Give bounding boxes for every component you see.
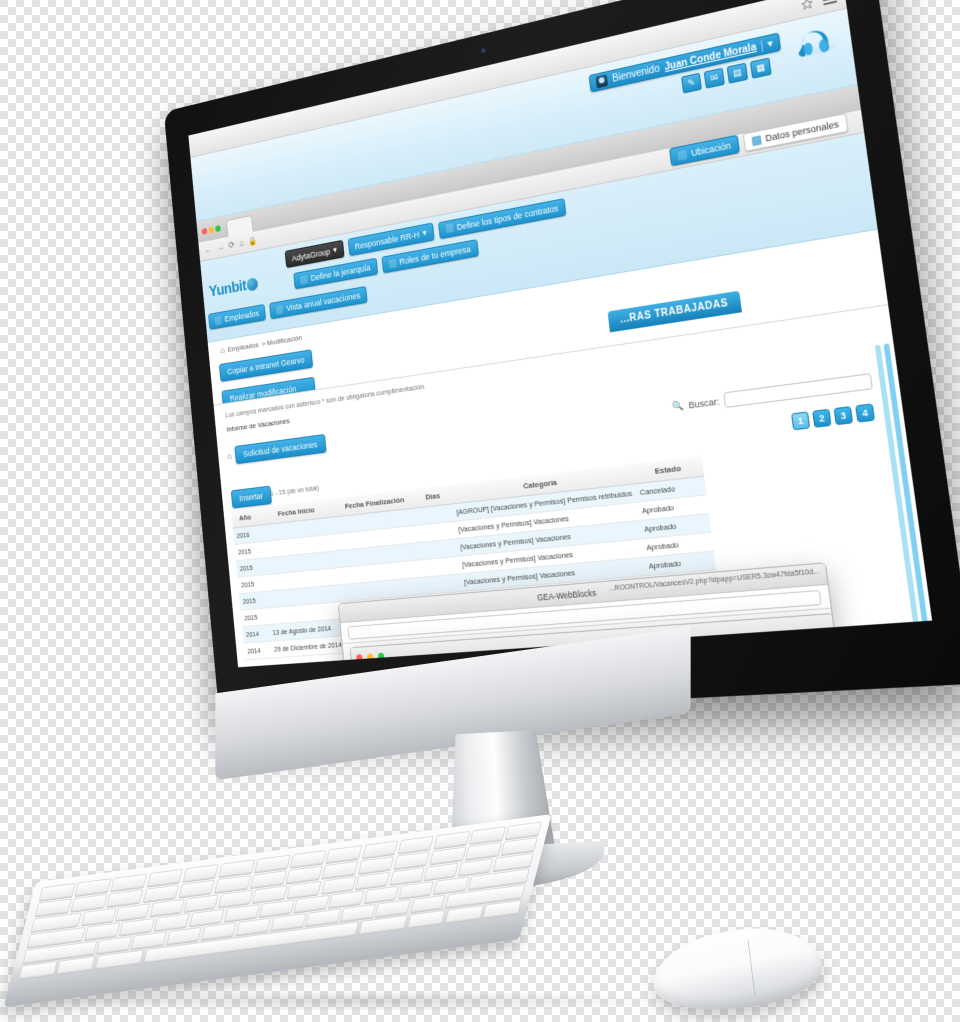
minimize-icon[interactable] — [208, 226, 215, 234]
mouse[interactable] — [647, 919, 827, 1019]
copiar-intranet-button[interactable]: Copiar a Intranet Gearvo — [218, 349, 314, 383]
nav-empleados[interactable]: Empleados — [208, 303, 267, 330]
maximize-icon[interactable] — [377, 652, 385, 660]
nav-vista-anual[interactable]: Vista anual vacaciones — [269, 285, 368, 320]
brand-logo[interactable]: Yunbit — [208, 275, 259, 302]
cell-anio: 2014 — [242, 624, 271, 644]
id-card-icon — [751, 134, 762, 146]
nav-empleados-label: Empleados — [224, 308, 260, 324]
close-icon[interactable] — [201, 227, 208, 235]
roles-icon — [388, 258, 397, 269]
close-icon[interactable] — [356, 654, 363, 662]
imac-computer: Bienvenido Juan Conde Morala ▾ ✎ ✉ ▤ ▦ ←… — [0, 0, 960, 1022]
welcome-label: Bienvenido — [611, 62, 661, 85]
lock-icon: 🔒 — [248, 235, 258, 247]
pin-icon — [677, 149, 688, 161]
breadcrumb-item-modificacion: > Modificación — [261, 332, 303, 348]
tab-solicitud-vacaciones[interactable]: Solicitud de vacaciones — [234, 434, 327, 465]
webcam-icon — [480, 47, 487, 55]
group-selector[interactable]: AdytaGroup ▾ — [284, 239, 345, 269]
tab-ubicacion-label: Ubicación — [690, 140, 732, 159]
search-input[interactable] — [723, 373, 873, 409]
record-count: 1 - 15 (de un total) — [269, 483, 320, 498]
cell-anio: 2014 — [243, 641, 272, 660]
modal-search-input[interactable] — [692, 643, 830, 667]
group-selector-label: AdytaGroup — [291, 246, 331, 263]
forward-icon[interactable]: → — [216, 242, 224, 253]
user-avatar-icon — [595, 74, 609, 89]
pagination: 1 2 3 4 — [791, 403, 876, 431]
nav-define-jerarquia-label: Define la jerarquía — [310, 262, 371, 283]
floor-shadow — [40, 990, 680, 1012]
keyboard[interactable] — [3, 814, 552, 1008]
mail-icon[interactable]: ✉ — [703, 67, 725, 89]
headset-support-icon[interactable] — [787, 18, 842, 74]
nav-vista-anual-label: Vista anual vacaciones — [285, 290, 361, 313]
chevron-down-icon[interactable]: ▾ — [333, 245, 338, 256]
page-2-button[interactable]: 2 — [812, 408, 832, 428]
breadcrumb-item-empleados[interactable]: Empleados — [227, 340, 258, 353]
brand-name: Yunbit — [208, 276, 247, 301]
search-label: Buscar: — [687, 395, 720, 411]
page-1-button[interactable]: 1 — [791, 411, 811, 431]
contact-card-icon[interactable]: ▤ — [726, 62, 749, 84]
edit-pencil-icon[interactable]: ✎ — [681, 72, 702, 94]
hamburger-menu-icon[interactable] — [822, 0, 838, 6]
chevron-down-icon[interactable]: ▾ — [422, 228, 427, 239]
nav-roles-empresa-label: Roles de tu empresa — [399, 244, 472, 267]
maximize-icon[interactable] — [215, 225, 221, 233]
home-icon[interactable]: ⌂ — [227, 451, 232, 461]
search-icon: 🔍 — [671, 399, 685, 412]
keyboard-keys — [18, 821, 542, 980]
contract-icon — [445, 223, 454, 234]
logo-bubble-icon — [246, 277, 259, 292]
home-icon[interactable]: ⌂ — [220, 345, 225, 355]
monitor-bezel: Bienvenido Juan Conde Morala ▾ ✎ ✉ ▤ ▦ ←… — [163, 0, 960, 723]
chevron-down-icon[interactable]: ▾ — [760, 37, 774, 52]
export-excel-icon[interactable]: ▦ — [749, 57, 772, 79]
home-icon[interactable]: ⌂ — [239, 238, 245, 249]
keyboard-body — [3, 814, 552, 1008]
employees-icon — [214, 315, 222, 325]
back-icon[interactable]: ← — [204, 245, 212, 256]
calendar-icon — [275, 304, 284, 315]
star-icon[interactable] — [800, 0, 814, 11]
role-selector-label: Responsable RR-H — [354, 229, 420, 251]
informe-vacaciones-label: Informe de Vacaciones — [226, 416, 291, 434]
minimize-icon[interactable] — [366, 653, 374, 661]
page-4-button[interactable]: 4 — [855, 403, 876, 423]
tab-horas-trabajadas[interactable]: ...RAS TRABAJADAS — [607, 290, 742, 333]
page-3-button[interactable]: 3 — [833, 406, 854, 426]
display-scene: Bienvenido Juan Conde Morala ▾ ✎ ✉ ▤ ▦ ←… — [118, 0, 960, 723]
insertar-button[interactable]: Insertar — [230, 485, 272, 509]
reload-icon[interactable]: ⟳ — [228, 240, 235, 251]
hierarchy-icon — [299, 274, 308, 285]
screen: Bienvenido Juan Conde Morala ▾ ✎ ✉ ▤ ▦ ←… — [188, 0, 933, 668]
